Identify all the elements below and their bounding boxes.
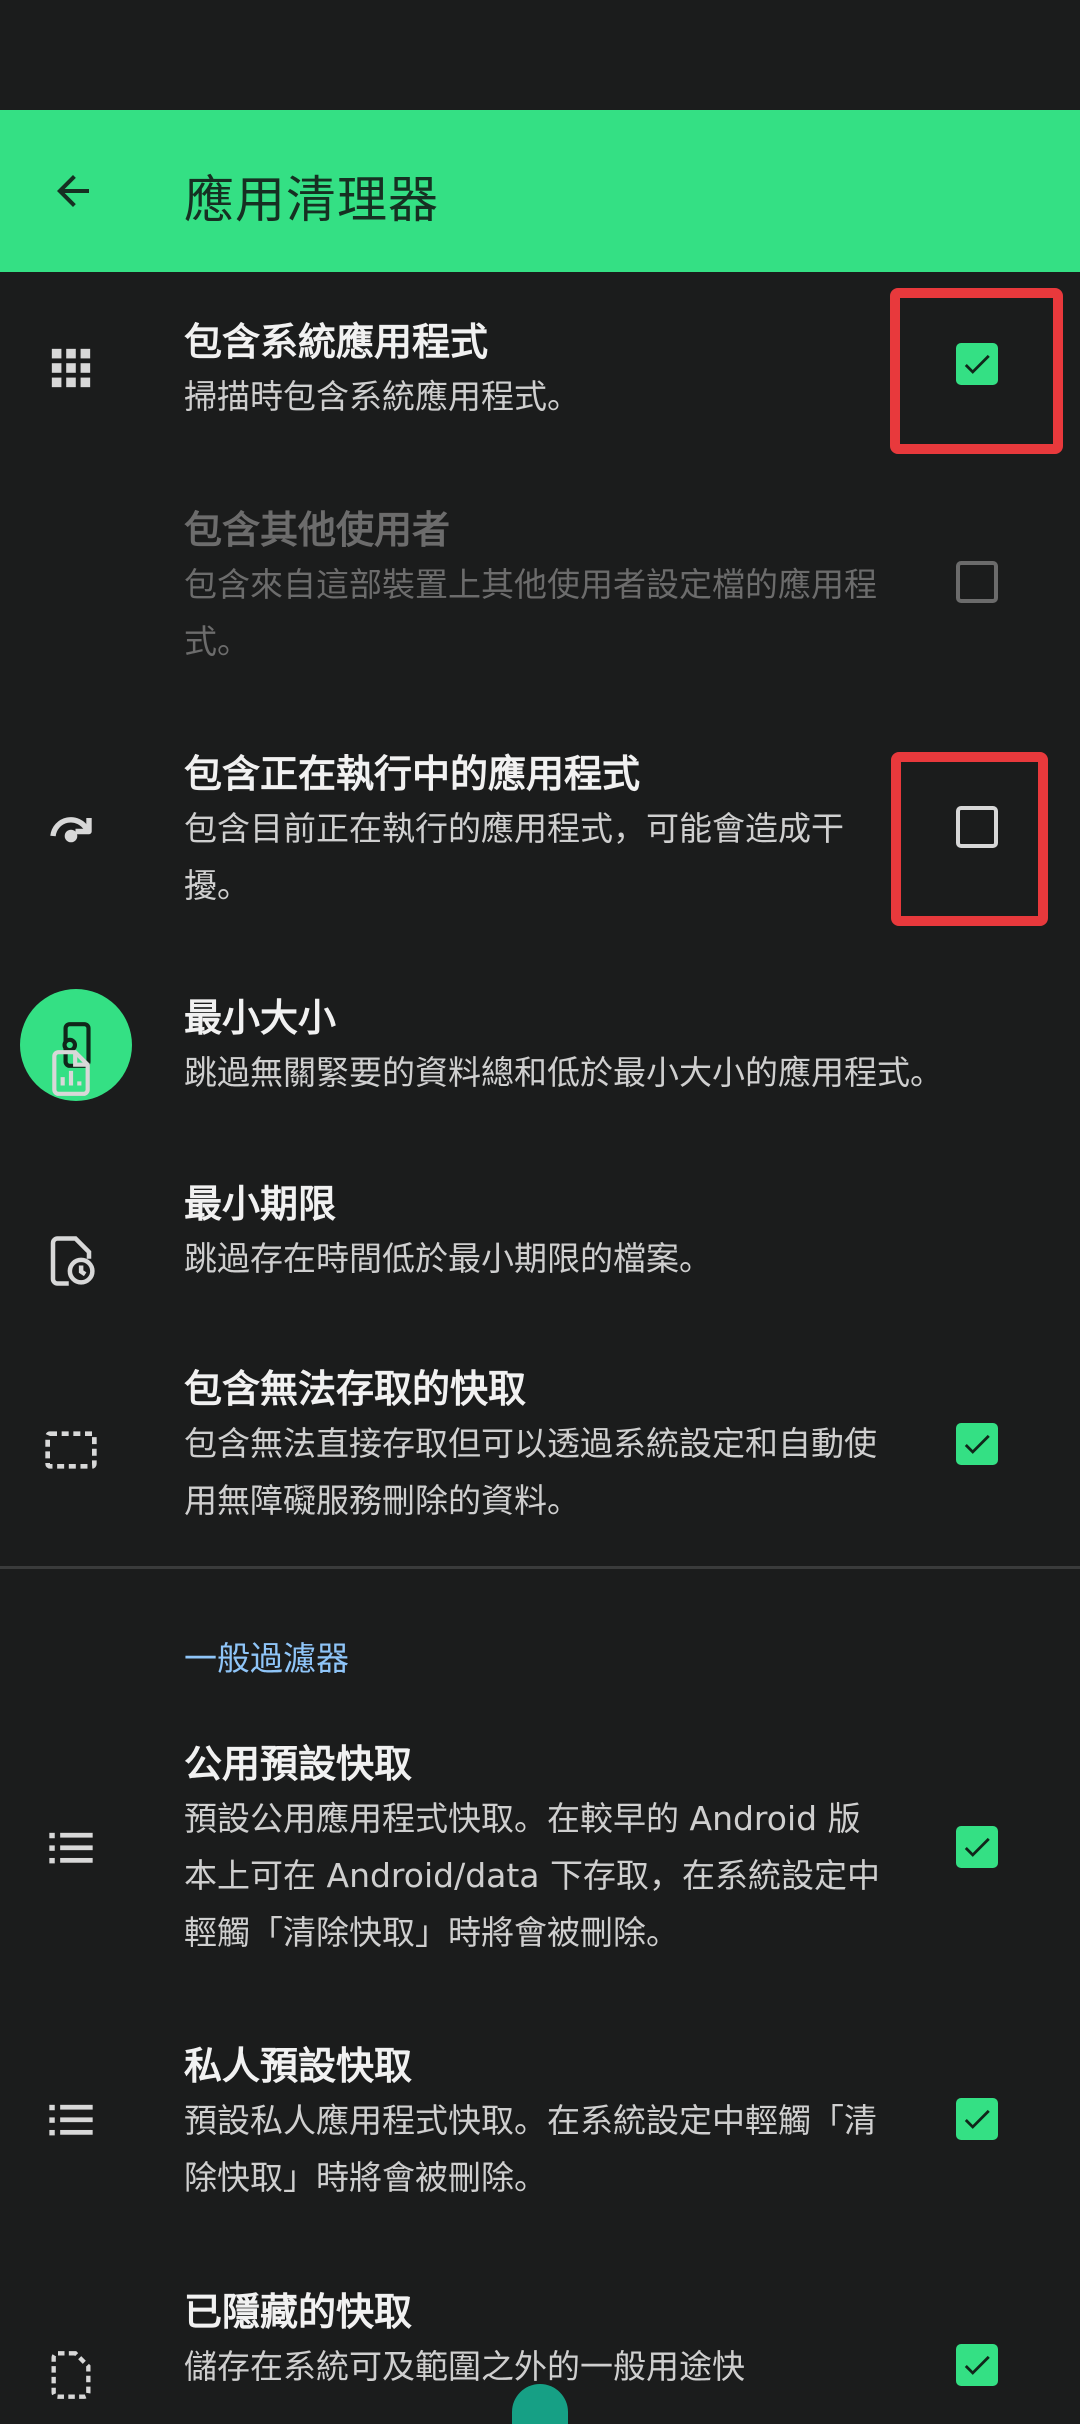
setting-subtitle: 包含無法直接存取但可以透過系統設定和自動使用無障礙服務刪除的資料。 <box>184 1424 877 1520</box>
setting-title: 最小期限 <box>184 1182 337 1226</box>
setting-subtitle: 跳過無關緊要的資料總和低於最小大小的應用程式。 <box>184 1053 943 1092</box>
filter-title: 私人預設快取 <box>184 2044 413 2088</box>
page-title: 應用清理器 <box>184 171 439 229</box>
setting-subtitle: 跳過存在時間低於最小期限的檔案。 <box>184 1239 712 1278</box>
apps-grid-icon <box>40 337 102 399</box>
divider <box>0 1566 1080 1569</box>
checkmark-icon <box>964 2355 990 2375</box>
file-clock-icon <box>40 1230 102 1292</box>
filter-subtitle: 預設公用應用程式快取。在較早的 Android 版本上可在 Android/da… <box>184 1799 881 1952</box>
public-default-cache-checkbox[interactable] <box>956 1826 998 1868</box>
setting-title: 包含系統應用程式 <box>184 320 489 364</box>
private-default-cache-checkbox[interactable] <box>956 2098 998 2140</box>
checkmark-icon <box>964 1434 990 1454</box>
highlight-box <box>891 752 1048 926</box>
include-other-users-checkbox[interactable] <box>956 561 998 603</box>
setting-title: 包含其他使用者 <box>184 508 451 552</box>
setting-title: 包含正在執行中的應用程式 <box>184 752 641 796</box>
checkmark-icon <box>964 2109 990 2129</box>
setting-minimum-size[interactable]: 最小大小 跳過無關緊要的資料總和低於最小大小的應用程式。 <box>0 962 1080 1152</box>
setting-title: 最小大小 <box>184 996 337 1040</box>
setting-include-other-users[interactable]: 包含其他使用者 包含來自這部裝置上其他使用者設定檔的應用程式。 <box>0 462 1080 1101</box>
highlight-box <box>890 288 1063 454</box>
file-chart-icon <box>40 1042 102 1104</box>
filter-public-default-cache[interactable]: 公用預設快取 預設公用應用程式快取。在較早的 Android 版本上可在 And… <box>0 1720 1080 1990</box>
filter-hidden-cache[interactable]: 已隱藏的快取 儲存在系統可及範圍之外的一般用途快 <box>0 2270 1080 2400</box>
list-icon <box>40 2089 102 2151</box>
setting-subtitle: 包含目前正在執行的應用程式，可能會造成干擾。 <box>184 809 844 905</box>
filter-title: 已隱藏的快取 <box>184 2290 413 2334</box>
filter-title: 公用預設快取 <box>184 1742 413 1786</box>
setting-subtitle: 包含來自這部裝置上其他使用者設定檔的應用程式。 <box>184 565 877 661</box>
setting-include-inaccessible-cache[interactable]: 包含無法存取的快取 包含無法直接存取但可以透過系統設定和自動使用無障礙服務刪除的… <box>0 1337 1080 1566</box>
dashed-file-icon <box>40 2344 102 2406</box>
setting-minimum-age[interactable]: 最小期限 跳過存在時間低於最小期限的檔案。 <box>0 1152 1080 1337</box>
dashed-rectangle-icon <box>40 1419 102 1481</box>
status-bar <box>0 0 1080 110</box>
section-header-general-filters: 一般過濾器 <box>184 1639 349 1678</box>
list-icon <box>40 1817 102 1879</box>
filter-private-default-cache[interactable]: 私人預設快取 預設私人應用程式快取。在系統設定中輕觸「清除快取」時將會被刪除。 <box>0 1990 1080 2270</box>
include-inaccessible-cache-checkbox[interactable] <box>956 1423 998 1465</box>
hidden-cache-checkbox[interactable] <box>956 2344 998 2386</box>
app-bar: 應用清理器 <box>0 110 1080 272</box>
arrow-left-icon <box>57 175 89 207</box>
redo-arrow-icon <box>40 796 102 858</box>
back-button[interactable] <box>28 146 118 236</box>
filter-subtitle: 預設私人應用程式快取。在系統設定中輕觸「清除快取」時將會被刪除。 <box>184 2101 877 2197</box>
checkmark-icon <box>964 1837 990 1857</box>
setting-subtitle: 掃描時包含系統應用程式。 <box>184 377 580 416</box>
setting-title: 包含無法存取的快取 <box>184 1367 527 1411</box>
